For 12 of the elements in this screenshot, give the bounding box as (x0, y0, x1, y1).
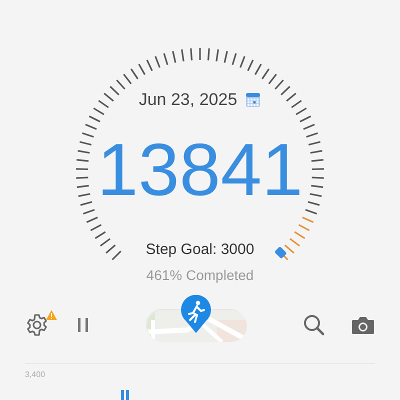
date-label: Jun 23, 2025 (138, 90, 238, 110)
search-icon[interactable] (303, 314, 325, 336)
pause-icon[interactable] (77, 318, 89, 332)
bar-drawing (121, 390, 131, 400)
calendar-icon[interactable] (245, 92, 262, 108)
runner-pin-icon (180, 295, 212, 333)
step-goal-label: Step Goal: 3000 (146, 241, 254, 258)
camera-icon[interactable] (351, 315, 375, 335)
axis-label: 3,400 (25, 370, 46, 379)
step-count: 13841 (97, 133, 303, 207)
settings-icon[interactable] (25, 313, 49, 337)
completion-label: 461% Completed (146, 267, 254, 283)
